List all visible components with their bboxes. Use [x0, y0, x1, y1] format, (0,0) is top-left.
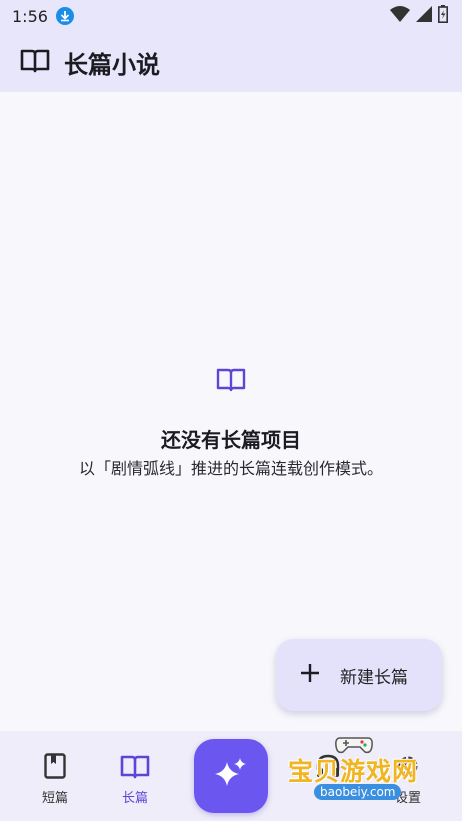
- open-book-icon: [20, 47, 50, 77]
- status-bar: 1:56: [0, 0, 462, 32]
- new-novel-label: 新建长篇: [340, 667, 408, 688]
- nav-label-short: 短篇: [41, 791, 68, 806]
- empty-state: 还没有长篇项目 以「剧情弧线」推进的长篇连载创作模式。: [0, 366, 462, 479]
- page-title: 长篇小说: [64, 50, 160, 79]
- empty-state-subtitle: 以「剧情弧线」推进的长篇连载创作模式。: [78, 459, 383, 478]
- open-book-icon: [216, 366, 246, 396]
- status-left: 1:56: [12, 7, 74, 26]
- nav-label-long: 长篇: [121, 791, 148, 806]
- status-right: [390, 5, 448, 27]
- status-time: 1:56: [12, 6, 48, 26]
- book-icon: [44, 753, 66, 783]
- signal-icon: [416, 6, 432, 26]
- sparkle-icon: [213, 756, 249, 796]
- new-novel-button[interactable]: 新建长篇: [276, 639, 442, 711]
- bottom-navigation: 短篇 长篇 设置: [0, 731, 462, 821]
- ai-create-button[interactable]: [194, 739, 268, 813]
- download-icon: [55, 7, 74, 25]
- battery-icon: [438, 5, 448, 27]
- nav-label-settings: 设置: [394, 791, 421, 806]
- nav-item-short[interactable]: 短篇: [25, 753, 85, 806]
- wifi-icon: [390, 6, 410, 26]
- nav-item-settings[interactable]: 设置: [378, 753, 438, 806]
- app-bar: 长篇小说: [0, 32, 462, 92]
- gear-icon: [395, 753, 421, 783]
- headphones-icon: [315, 753, 341, 783]
- plus-icon: [300, 663, 320, 687]
- open-book-icon: [120, 753, 150, 783]
- empty-state-title: 还没有长篇项目: [161, 428, 301, 452]
- nav-item-audio[interactable]: [298, 753, 358, 783]
- nav-item-long[interactable]: 长篇: [105, 753, 165, 806]
